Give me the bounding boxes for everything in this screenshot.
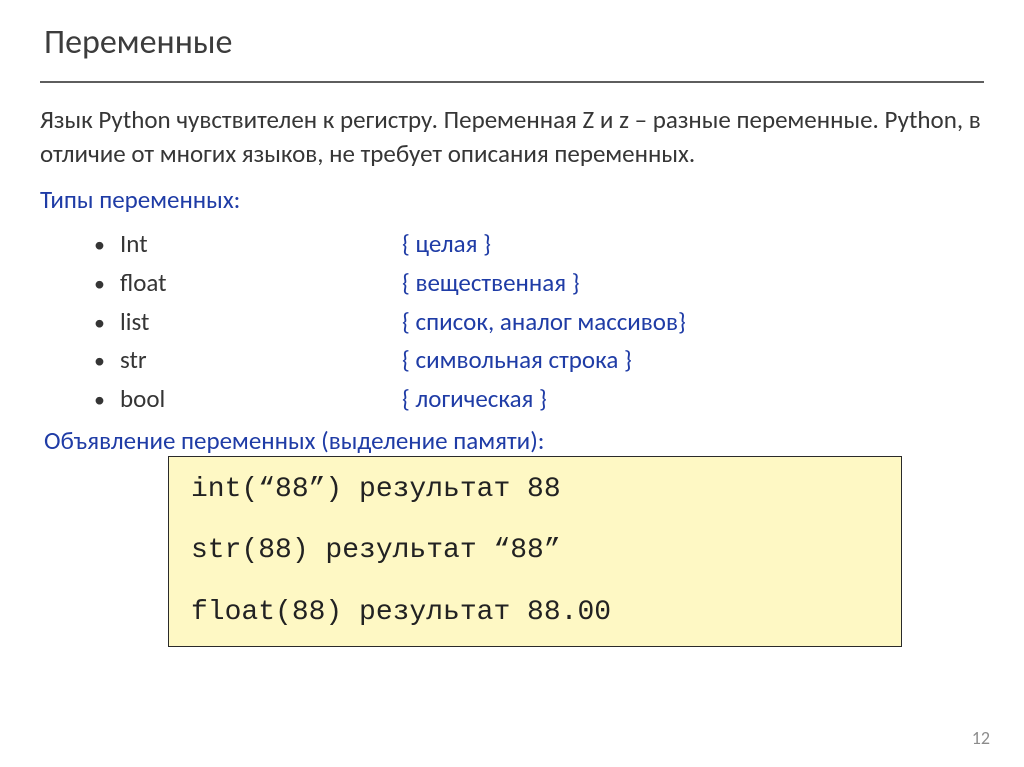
type-desc: { вещественная } <box>402 264 580 303</box>
type-desc: { целая } <box>402 225 491 264</box>
bullet-icon: • <box>94 234 120 256</box>
list-item: • Int { целая } <box>94 225 984 264</box>
type-desc: { список, аналог массивов} <box>402 303 686 342</box>
declaration-heading: Объявление переменных (выделение памяти)… <box>44 425 984 456</box>
bullet-icon: • <box>94 312 120 334</box>
code-line: str(88) результат “88” <box>191 534 879 568</box>
slide-title: Переменные <box>44 22 984 63</box>
type-desc: { логическая } <box>402 380 547 419</box>
type-name: str <box>120 341 402 380</box>
list-item: • bool { логическая } <box>94 380 984 419</box>
type-desc: { символьная строка } <box>402 341 632 380</box>
bullet-icon: • <box>94 350 120 372</box>
list-item: • list { список, аналог массивов} <box>94 303 984 342</box>
bullet-icon: • <box>94 389 120 411</box>
type-name: Int <box>120 225 402 264</box>
type-name: float <box>120 264 402 303</box>
bullet-icon: • <box>94 273 120 295</box>
code-line: int(“88”) результат 88 <box>191 473 879 507</box>
type-name: list <box>120 303 402 342</box>
list-item: • str { символьная строка } <box>94 341 984 380</box>
code-example-box: int(“88”) результат 88 str(88) результат… <box>168 456 902 647</box>
type-name: bool <box>120 380 402 419</box>
title-divider <box>40 81 984 83</box>
intro-paragraph: Язык Python чувствителен к регистру. Пер… <box>40 103 984 170</box>
page-number: 12 <box>972 727 990 749</box>
types-list: • Int { целая } • float { вещественная }… <box>94 225 984 419</box>
code-line: float(88) результат 88.00 <box>191 596 879 630</box>
list-item: • float { вещественная } <box>94 264 984 303</box>
types-heading: Типы переменных: <box>40 184 984 215</box>
